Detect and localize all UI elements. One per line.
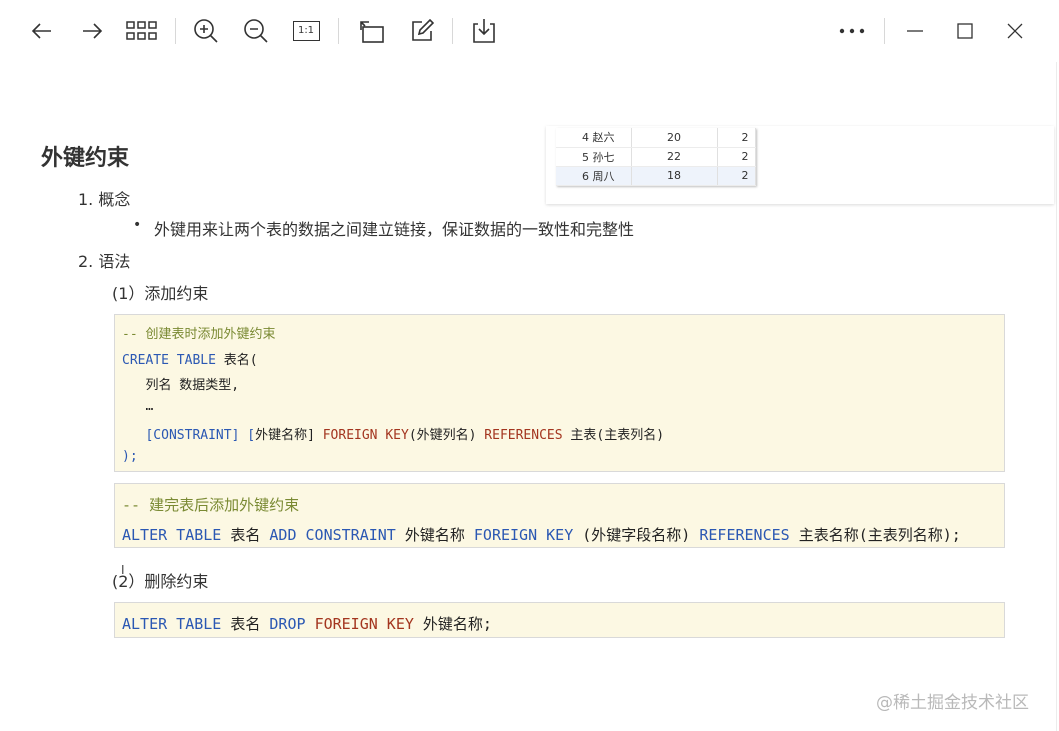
code-text: (外键列名) (408, 428, 485, 443)
maximize-icon (957, 23, 973, 39)
save-button[interactable] (466, 13, 502, 49)
section-concept: 1. 概念 (78, 190, 131, 209)
canvas-edge (1056, 62, 1057, 731)
table-row: 6 周八 18 2 (556, 166, 756, 186)
zoom-out-button[interactable] (238, 13, 274, 49)
rotate-button[interactable] (354, 13, 390, 49)
more-button[interactable] (834, 13, 870, 49)
keyword: ALTER TABLE (122, 615, 222, 633)
code-comment: -- 建完表后添加外键约束 (122, 496, 300, 514)
keyword: CREATE TABLE (122, 353, 216, 368)
code-line: ALTER TABLE 表名 ADD CONSTRAINT 外键名称 FOREI… (122, 524, 961, 545)
forward-button[interactable] (74, 13, 110, 49)
close-icon (1007, 23, 1023, 39)
code-line: 列名 数据类型, (122, 378, 240, 393)
viewer-toolbar: 1:1 (0, 0, 1059, 62)
maximize-button[interactable] (947, 13, 983, 49)
code-block-alter-add: -- 建完表后添加外键约束 ALTER TABLE 表名 ADD CONSTRA… (114, 483, 1005, 548)
code-text: 表名( (215, 353, 258, 368)
code-line: ); (122, 449, 138, 464)
edit-button[interactable] (404, 13, 440, 49)
keyword-foreign-key: FOREIGN KEY (314, 615, 414, 633)
concept-text: 外键用来让两个表的数据之间建立链接，保证数据的一致性和完整性 (154, 220, 635, 239)
code-line: … (122, 399, 154, 414)
save-icon (472, 18, 496, 44)
age-cell: 18 (631, 166, 718, 186)
code-text: 主表(主表列名) (562, 428, 665, 443)
back-arrow-icon (30, 19, 54, 43)
table-row: 5 孙七 22 2 (556, 147, 756, 167)
all-images-button[interactable] (124, 13, 160, 49)
code-block-alter-drop: ALTER TABLE 表名 DROP FOREIGN KEY 外键名称; (114, 602, 1005, 638)
rotate-icon (358, 18, 386, 44)
code-text: 表名 (221, 526, 270, 544)
keyword: ADD CONSTRAINT (269, 526, 396, 544)
code-text: 外键名称; (413, 615, 492, 633)
age-cell: 20 (631, 128, 718, 148)
subsection-add-constraint: (1）添加约束 (112, 284, 209, 303)
name-cell: 4 赵六 (556, 128, 632, 148)
keyword: DROP (269, 615, 306, 633)
minimize-button[interactable] (897, 13, 933, 49)
table-row: 4 赵六 20 2 (556, 128, 756, 148)
zoom-out-icon (243, 18, 269, 44)
code-text: 表名 (221, 615, 270, 633)
code-text: 外键名称 (395, 526, 474, 544)
more-icon (839, 28, 865, 34)
keyword-references: REFERENCES (484, 428, 563, 443)
dept-cell: 2 (717, 147, 756, 167)
keyword: REFERENCES (699, 526, 790, 544)
employee-table: 4 赵六 20 2 5 孙七 22 2 6 周八 18 2 (556, 128, 756, 186)
keyword-foreign-key: FOREIGN KEY (322, 428, 409, 443)
toolbar-divider (884, 18, 885, 44)
actual-size-icon: 1:1 (292, 21, 320, 41)
code-text: 主表名称(主表列名称); (789, 526, 961, 544)
watermark: @稀土掘金技术社区 (876, 693, 1029, 713)
zoom-in-button[interactable] (188, 13, 224, 49)
code-block-create-table: -- 创建表时添加外键约束 CREATE TABLE 表名( 列名 数据类型, … (114, 314, 1005, 472)
section-syntax: 2. 语法 (78, 252, 131, 271)
age-cell: 22 (631, 147, 718, 167)
grid-icon (126, 20, 158, 42)
toolbar-divider (175, 18, 176, 44)
subsection-drop-constraint: (2）删除约束 (112, 572, 209, 591)
back-button[interactable] (24, 13, 60, 49)
dept-cell: 2 (717, 166, 756, 186)
keyword: [CONSTRAINT] [ (122, 428, 256, 443)
toolbar-divider (452, 18, 453, 44)
code-text: 外键名称] (255, 428, 323, 443)
code-line: CREATE TABLE 表名( (122, 349, 258, 368)
dept-cell: 2 (717, 128, 756, 148)
minimize-icon (907, 30, 923, 32)
code-comment: -- 创建表时添加外键约束 (122, 327, 276, 342)
code-text: (外键字段名称) (573, 526, 700, 544)
code-line: ALTER TABLE 表名 DROP FOREIGN KEY 外键名称; (122, 613, 492, 634)
edit-icon (410, 19, 434, 43)
name-cell: 6 周八 (556, 166, 632, 186)
code-line: [CONSTRAINT] [外键名称] FOREIGN KEY(外键列名) RE… (122, 424, 664, 443)
page-title: 外键约束 (41, 146, 130, 171)
table-snippet: 4 赵六 20 2 5 孙七 22 2 6 周八 18 2 (546, 126, 1054, 204)
forward-arrow-icon (80, 19, 104, 43)
keyword: ALTER TABLE (122, 526, 222, 544)
zoom-in-icon (193, 18, 219, 44)
name-cell: 5 孙七 (556, 147, 632, 167)
actual-size-button[interactable]: 1:1 (288, 13, 324, 49)
bullet-mark: • (133, 217, 142, 233)
toolbar-divider (338, 18, 339, 44)
keyword: FOREIGN KEY (473, 526, 574, 544)
close-button[interactable] (997, 13, 1033, 49)
